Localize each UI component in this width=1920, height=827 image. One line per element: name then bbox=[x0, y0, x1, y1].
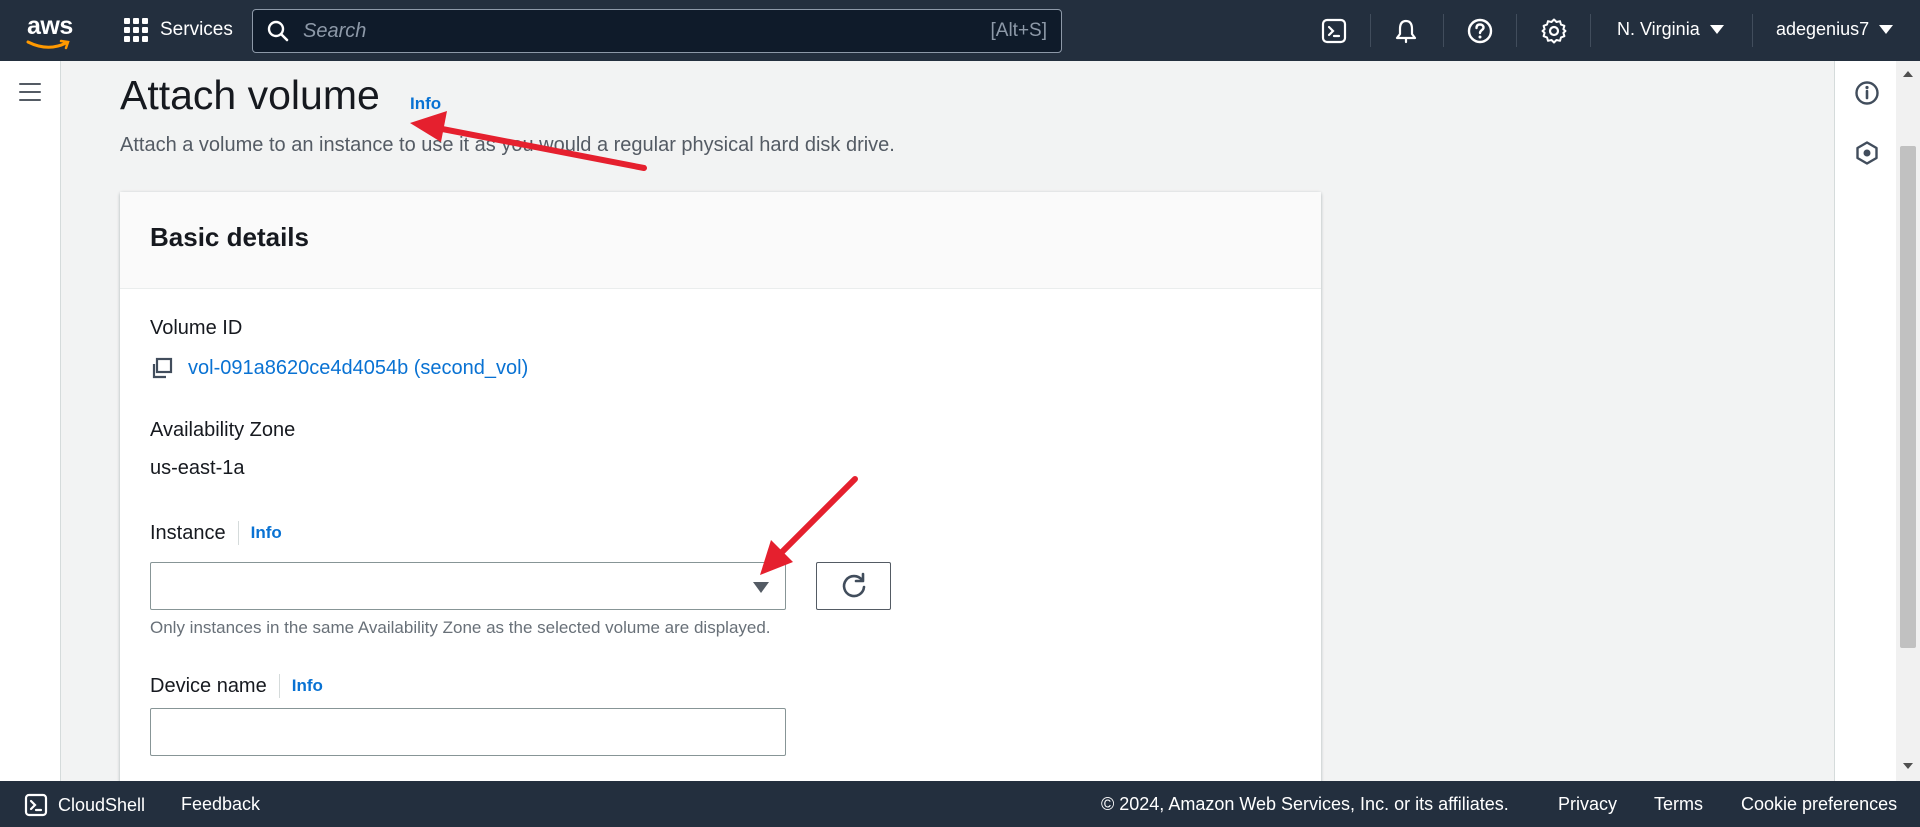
nav-divider bbox=[1590, 14, 1591, 47]
cloudshell-button[interactable]: CloudShell bbox=[24, 793, 145, 817]
page-title: Attach volume bbox=[120, 72, 380, 118]
device-name-input[interactable] bbox=[150, 708, 786, 756]
instance-select[interactable] bbox=[150, 562, 786, 610]
volume-id-label: Volume ID bbox=[150, 317, 242, 340]
search-input[interactable] bbox=[289, 19, 991, 43]
info-circle-icon[interactable] bbox=[1854, 80, 1880, 106]
device-info-link[interactable]: Info bbox=[292, 676, 323, 696]
nav-divider bbox=[1370, 14, 1371, 47]
menu-icon[interactable] bbox=[19, 83, 41, 101]
grid-icon bbox=[124, 18, 148, 42]
copy-icon[interactable] bbox=[150, 356, 174, 380]
instance-hint: Only instances in the same Availability … bbox=[150, 618, 771, 637]
gear-icon[interactable] bbox=[1540, 17, 1568, 45]
page-description: Attach a volume to an instance to use it… bbox=[120, 134, 895, 156]
az-label: Availability Zone bbox=[150, 419, 295, 442]
volume-id-label-text: Volume ID bbox=[150, 317, 243, 339]
services-label: Services bbox=[160, 19, 233, 40]
footer: CloudShell Feedback © 2024, Amazon Web S… bbox=[0, 781, 1920, 827]
user-menu[interactable]: adegenius7 bbox=[1776, 19, 1894, 40]
user-label: adegenius7 bbox=[1776, 19, 1870, 39]
cloudshell-icon[interactable] bbox=[1320, 17, 1348, 45]
bell-icon[interactable] bbox=[1392, 17, 1420, 45]
caret-down-icon bbox=[1879, 25, 1894, 34]
cookie-preferences-link[interactable]: Cookie preferences bbox=[1741, 794, 1897, 815]
cloudshell-icon bbox=[24, 793, 48, 817]
top-navigation: aws Services [Alt+S] bbox=[0, 0, 1920, 61]
device-label-text: Device name bbox=[150, 674, 267, 697]
device-name-label: Device name Info bbox=[150, 674, 323, 698]
services-menu[interactable]: Services bbox=[124, 18, 233, 42]
refresh-icon bbox=[842, 572, 865, 598]
volume-id-link[interactable]: vol-091a8620ce4d4054b (second_vol) bbox=[188, 357, 528, 380]
az-label-text: Availability Zone bbox=[150, 419, 296, 441]
panel-header: Basic details bbox=[120, 192, 1321, 289]
copyright-text: © 2024, Amazon Web Services, Inc. or its… bbox=[1101, 794, 1509, 814]
basic-details-panel: Basic details Volume ID vol-091a8620ce4d… bbox=[120, 192, 1321, 792]
region-selector[interactable]: N. Virginia bbox=[1617, 19, 1724, 40]
aws-logo[interactable]: aws bbox=[24, 12, 74, 50]
refresh-instances-button[interactable] bbox=[816, 562, 891, 610]
search-icon bbox=[267, 20, 289, 42]
caret-down-icon bbox=[1709, 25, 1724, 34]
search-shortcut: [Alt+S] bbox=[990, 20, 1048, 41]
left-navigation-rail bbox=[0, 61, 61, 781]
volume-id-row: vol-091a8620ce4d4054b (second_vol) bbox=[150, 356, 528, 380]
instance-label-text: Instance bbox=[150, 521, 226, 544]
right-tools-rail bbox=[1834, 61, 1896, 781]
privacy-link[interactable]: Privacy bbox=[1558, 794, 1617, 815]
region-label: N. Virginia bbox=[1617, 19, 1700, 39]
hexagon-icon[interactable] bbox=[1854, 140, 1880, 166]
az-value: us-east-1a bbox=[150, 457, 245, 479]
nav-divider bbox=[1516, 14, 1517, 47]
search-bar[interactable]: [Alt+S] bbox=[252, 9, 1062, 53]
nav-divider bbox=[1443, 14, 1444, 47]
scroll-up-icon[interactable] bbox=[1903, 71, 1913, 77]
label-divider bbox=[278, 674, 280, 698]
instance-info-link[interactable]: Info bbox=[251, 523, 282, 543]
panel-title: Basic details bbox=[150, 222, 309, 252]
cloudshell-label: CloudShell bbox=[58, 794, 146, 815]
nav-divider bbox=[1752, 14, 1753, 47]
page-scrollbar[interactable] bbox=[1896, 61, 1920, 781]
logo-text: aws bbox=[27, 12, 73, 40]
logo-smile-icon bbox=[26, 39, 70, 50]
scroll-thumb[interactable] bbox=[1900, 146, 1916, 648]
title-info-link[interactable]: Info bbox=[410, 94, 441, 114]
help-icon[interactable] bbox=[1466, 17, 1494, 45]
instance-label: Instance Info bbox=[150, 521, 282, 545]
feedback-link[interactable]: Feedback bbox=[181, 794, 260, 815]
label-divider bbox=[237, 521, 239, 545]
caret-down-icon bbox=[753, 582, 769, 593]
scroll-down-icon[interactable] bbox=[1903, 763, 1913, 769]
terms-link[interactable]: Terms bbox=[1654, 794, 1703, 815]
